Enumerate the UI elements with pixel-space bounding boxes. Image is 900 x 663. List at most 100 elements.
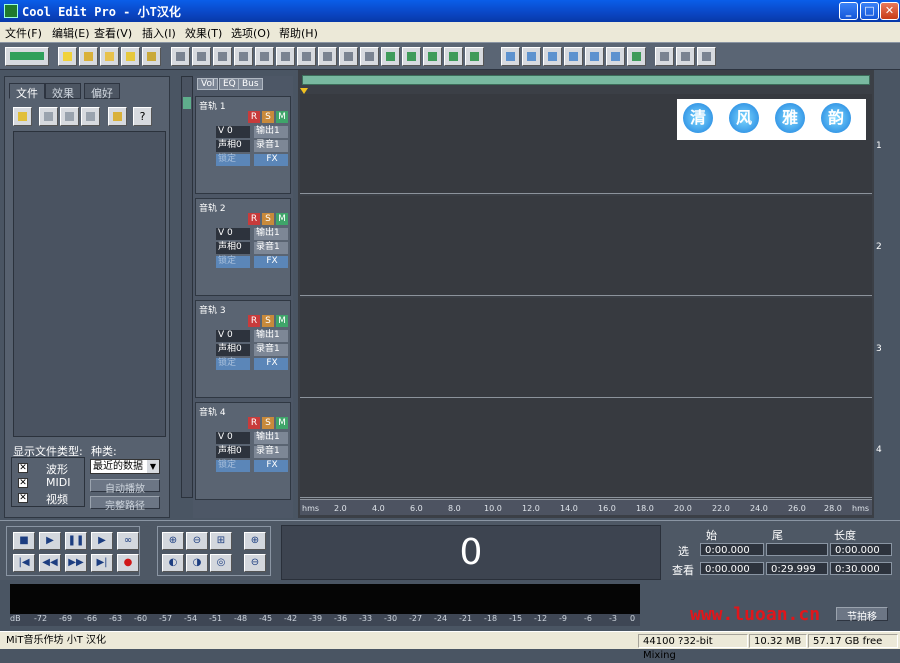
trim-icon[interactable] xyxy=(276,47,295,66)
scan-icon[interactable] xyxy=(606,47,625,66)
zoom-full-icon[interactable]: ⊞ xyxy=(210,532,232,550)
fx-button[interactable]: FX xyxy=(254,460,288,472)
video-checkbox[interactable]: ✕ xyxy=(18,493,28,503)
volume-field[interactable]: V 0 xyxy=(216,228,250,240)
level-icon[interactable] xyxy=(501,47,520,66)
zoom-in-icon[interactable]: ⊕ xyxy=(162,532,184,550)
fast-forward-button[interactable]: ▶▶ xyxy=(65,554,87,572)
cut-icon[interactable] xyxy=(255,47,274,66)
extract-icon[interactable] xyxy=(465,47,484,66)
pan-field[interactable]: 声相0 xyxy=(216,140,250,152)
lock-button[interactable]: 锁定 xyxy=(216,358,250,370)
play-button[interactable]: ▶ xyxy=(39,532,61,550)
zoom-in-vertical-icon[interactable]: ⊕ xyxy=(244,532,266,550)
lock-button[interactable]: 锁定 xyxy=(216,256,250,268)
lock-button[interactable]: 锁定 xyxy=(216,460,250,472)
overview-bar[interactable] xyxy=(302,75,870,85)
save-all-icon[interactable] xyxy=(142,47,161,66)
time-ruler[interactable]: hms 2.0 4.0 6.0 8.0 10.0 12.0 14.0 16.0 … xyxy=(300,499,872,515)
file-list[interactable] xyxy=(13,131,166,437)
zoom-left-icon[interactable]: ◐ xyxy=(162,554,184,572)
clip-icon[interactable] xyxy=(213,47,232,66)
maximize-button[interactable]: □ xyxy=(860,2,879,20)
menu-view[interactable]: 查看(V) xyxy=(94,25,132,41)
sort-select[interactable]: 最近的数据 ▼ xyxy=(90,459,160,474)
device-icon[interactable] xyxy=(627,47,646,66)
record-input-button[interactable]: 录音1 xyxy=(254,344,288,356)
close-button[interactable]: ✕ xyxy=(880,2,899,20)
group-icon[interactable] xyxy=(339,47,358,66)
tempo-icon[interactable] xyxy=(423,47,442,66)
record-arm-button[interactable]: R xyxy=(248,417,260,429)
scroll-thumb[interactable] xyxy=(183,97,191,109)
track-lane-2[interactable] xyxy=(300,196,872,296)
output-button[interactable]: 输出1 xyxy=(254,126,288,138)
output-button[interactable]: 输出1 xyxy=(254,228,288,240)
menu-edit[interactable]: 编辑(E) xyxy=(52,25,90,41)
tab-eq[interactable]: EQ xyxy=(219,78,240,90)
midi-checkbox[interactable]: ✕ xyxy=(18,478,28,488)
tab-preferences[interactable]: 偏好 xyxy=(84,83,120,100)
menu-help[interactable]: 帮助(H) xyxy=(279,25,318,41)
solo-button[interactable]: S xyxy=(262,315,274,327)
help-button[interactable]: ? xyxy=(133,107,152,126)
menu-file[interactable]: 文件(F) xyxy=(5,25,42,41)
mute-button[interactable]: M xyxy=(276,417,288,429)
loop-icon[interactable] xyxy=(402,47,421,66)
solo-button[interactable]: S xyxy=(262,111,274,123)
normalize-icon[interactable] xyxy=(522,47,541,66)
track-lane-3[interactable] xyxy=(300,298,872,398)
pause-button[interactable]: ❚❚ xyxy=(65,532,87,550)
help-icon[interactable] xyxy=(697,47,716,66)
bpm-icon[interactable] xyxy=(585,47,604,66)
close-file-icon[interactable] xyxy=(39,107,58,126)
fx-button[interactable]: FX xyxy=(254,154,288,166)
volume-field[interactable]: V 0 xyxy=(216,432,250,444)
track-lane-4[interactable] xyxy=(300,398,872,498)
undo-icon[interactable] xyxy=(171,47,190,66)
autoplay-icon[interactable] xyxy=(108,107,127,126)
plugin-icon[interactable] xyxy=(676,47,695,66)
record-arm-button[interactable]: R xyxy=(248,315,260,327)
solo-button[interactable]: S xyxy=(262,213,274,225)
track-scrollbar[interactable] xyxy=(181,76,193,498)
volume-field[interactable]: V 0 xyxy=(216,330,250,342)
pan-field[interactable]: 声相0 xyxy=(216,242,250,254)
align-icon[interactable] xyxy=(360,47,379,66)
settings-icon[interactable] xyxy=(655,47,674,66)
repeat-icon[interactable] xyxy=(192,47,211,66)
tab-effects[interactable]: 效果 xyxy=(45,83,81,100)
mute-button[interactable]: M xyxy=(276,315,288,327)
solo-button[interactable]: S xyxy=(262,417,274,429)
mute-button[interactable]: M xyxy=(276,213,288,225)
record-arm-button[interactable]: R xyxy=(248,111,260,123)
open-file-icon[interactable] xyxy=(79,47,98,66)
output-button[interactable]: 输出1 xyxy=(254,432,288,444)
menu-options[interactable]: 选项(O) xyxy=(231,25,270,41)
fx-button[interactable]: FX xyxy=(254,256,288,268)
tab-files[interactable]: 文件 xyxy=(9,83,45,100)
rewind-button[interactable]: ◀◀ xyxy=(39,554,61,572)
zoom-out-vertical-icon[interactable]: ⊖ xyxy=(244,554,266,572)
envelope-icon[interactable] xyxy=(297,47,316,66)
insert-icon[interactable] xyxy=(60,107,79,126)
record-input-button[interactable]: 录音1 xyxy=(254,242,288,254)
waveform-checkbox[interactable]: ✕ xyxy=(18,463,28,473)
lock-icon[interactable] xyxy=(318,47,337,66)
beat-offset-button[interactable]: 节拍移 xyxy=(836,607,888,623)
zoom-right-icon[interactable]: ◑ xyxy=(186,554,208,572)
amplify-icon[interactable] xyxy=(444,47,463,66)
volume-field[interactable]: V 0 xyxy=(216,126,250,138)
save-icon[interactable] xyxy=(121,47,140,66)
view-end-field[interactable]: 0:29.999 xyxy=(766,562,828,575)
menu-effects[interactable]: 效果(T) xyxy=(185,25,222,41)
record-input-button[interactable]: 录音1 xyxy=(254,140,288,152)
waveform-mode-button[interactable] xyxy=(5,47,49,66)
wet-icon[interactable] xyxy=(543,47,562,66)
pan-field[interactable]: 声相0 xyxy=(216,446,250,458)
minimize-button[interactable]: _ xyxy=(839,2,858,20)
view-length-field[interactable]: 0:30.000 xyxy=(830,562,892,575)
edit-icon[interactable] xyxy=(81,107,100,126)
view-start-field[interactable]: 0:00.000 xyxy=(700,562,764,575)
record-arm-button[interactable]: R xyxy=(248,213,260,225)
